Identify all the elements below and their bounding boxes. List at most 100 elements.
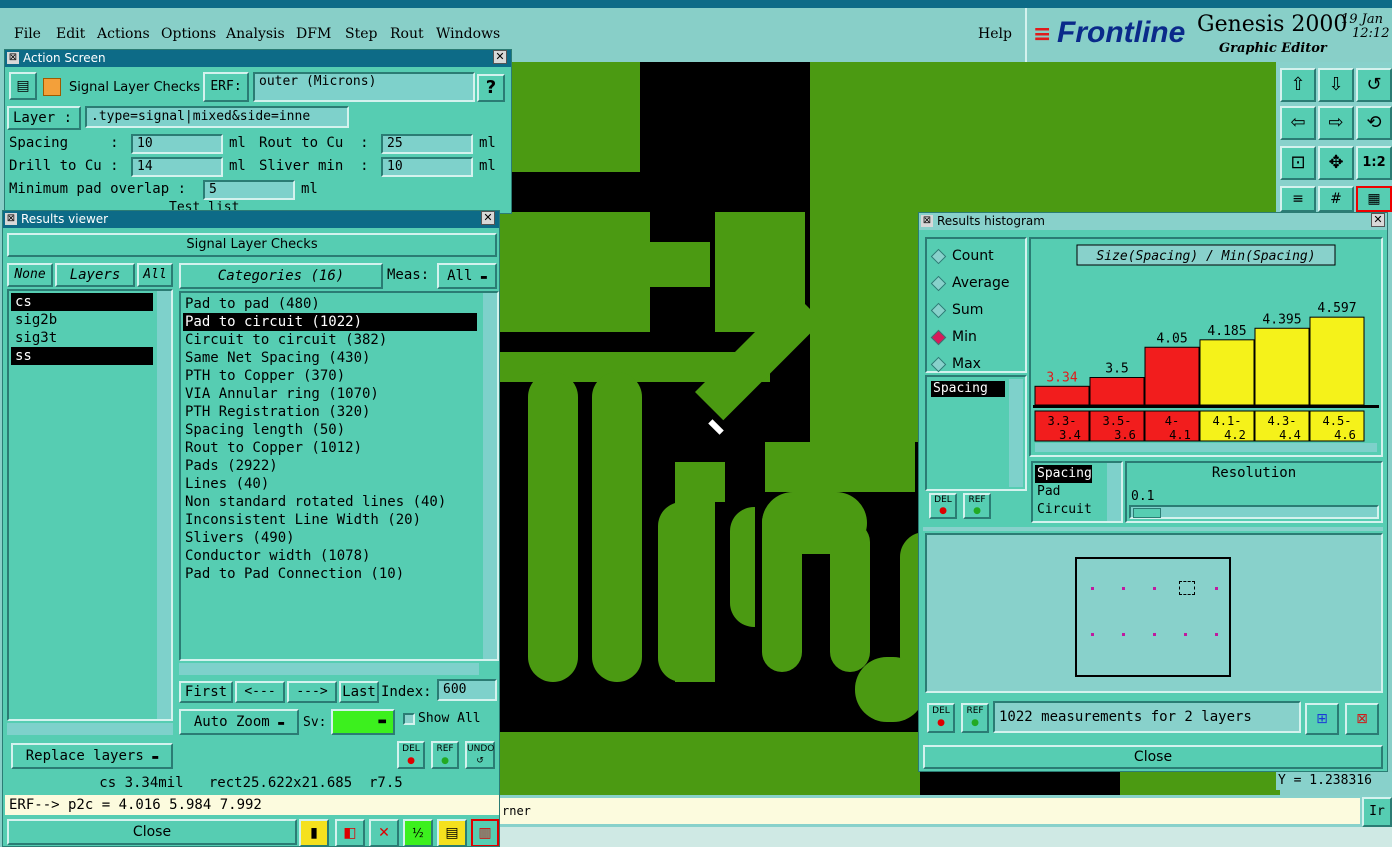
radio-icon[interactable] bbox=[930, 356, 947, 372]
close-icon[interactable]: ✕ bbox=[493, 50, 507, 64]
tool-button-redraw-icon[interactable]: ↺ bbox=[1356, 68, 1392, 102]
aggregate-option[interactable]: Sum bbox=[930, 297, 1010, 324]
all-button[interactable]: All bbox=[137, 263, 173, 287]
resolution-slider[interactable] bbox=[1129, 505, 1379, 519]
erf-field[interactable]: outer (Microns) bbox=[253, 72, 475, 102]
category-item[interactable]: Pad to circuit (1022) bbox=[183, 313, 477, 331]
measure-item[interactable]: Pad bbox=[1035, 483, 1092, 501]
category-item[interactable]: Spacing length (50) bbox=[183, 421, 477, 439]
spacing-input[interactable]: 10 bbox=[131, 134, 223, 154]
summary-ref-button[interactable]: REF ● bbox=[961, 703, 989, 733]
erf-button[interactable]: ERF: bbox=[203, 72, 249, 102]
aggregate-option[interactable]: Max bbox=[930, 351, 1010, 378]
histogram-bar[interactable] bbox=[1254, 327, 1310, 406]
category-item[interactable]: Non standard rotated lines (40) bbox=[183, 493, 477, 511]
close-icon[interactable]: ✕ bbox=[481, 211, 495, 225]
category-item[interactable]: PTH to Copper (370) bbox=[183, 367, 477, 385]
layer-item[interactable]: ss bbox=[11, 347, 153, 365]
window-menu-icon[interactable]: ⊠ bbox=[7, 52, 19, 64]
window-menu-icon[interactable]: ⊠ bbox=[921, 215, 933, 227]
tool-button-scale-icon[interactable]: 1:2 bbox=[1356, 146, 1392, 180]
aggregate-option[interactable]: Count bbox=[930, 243, 1010, 270]
close-button[interactable]: Close bbox=[7, 819, 297, 845]
layer-item[interactable]: sig2b bbox=[11, 311, 153, 329]
histogram-icon[interactable]: ▥ bbox=[471, 819, 499, 846]
menu-item-actions[interactable]: Actions bbox=[97, 26, 150, 42]
tool-button-settings-icon[interactable]: ≡ bbox=[1280, 186, 1316, 212]
measure-list-scrollbar[interactable] bbox=[1107, 463, 1121, 521]
info-button[interactable]: Ir bbox=[1362, 797, 1392, 827]
undo-button[interactable]: UNDO ↺ bbox=[465, 741, 495, 769]
first-button[interactable]: First bbox=[179, 681, 233, 703]
tool-button-pan-icon[interactable]: ✥ bbox=[1318, 146, 1354, 180]
histogram-bar[interactable] bbox=[1034, 385, 1090, 406]
menu-item-analysis[interactable]: Analysis bbox=[226, 26, 285, 42]
meas-dropdown[interactable]: All ▬ bbox=[437, 263, 497, 289]
category-item[interactable]: Same Net Spacing (430) bbox=[183, 349, 477, 367]
ref-button[interactable]: REF ● bbox=[431, 741, 459, 769]
next-button[interactable]: ---> bbox=[287, 681, 337, 703]
tool-button-upload-icon[interactable]: ⇧ bbox=[1280, 68, 1316, 102]
aggregate-option[interactable]: Average bbox=[930, 270, 1010, 297]
menu-item-help[interactable]: Help bbox=[978, 26, 1012, 42]
notebook-icon[interactable]: ▤ bbox=[9, 72, 37, 100]
layer-item[interactable]: sig3t bbox=[11, 329, 153, 347]
layers-button[interactable]: Layers bbox=[55, 263, 135, 287]
category-item[interactable]: PTH Registration (320) bbox=[183, 403, 477, 421]
menu-item-file[interactable]: File bbox=[14, 26, 41, 42]
rout-input[interactable]: 25 bbox=[381, 134, 473, 154]
category-item[interactable]: Pad to Pad Connection (10) bbox=[183, 565, 477, 583]
index-input[interactable]: 600 bbox=[437, 679, 497, 701]
drill-input[interactable]: 14 bbox=[131, 157, 223, 177]
layer-button[interactable]: Layer : bbox=[7, 106, 81, 130]
category-item[interactable]: Circuit to circuit (382) bbox=[183, 331, 477, 349]
histogram-bar[interactable] bbox=[1309, 316, 1365, 406]
export-icon[interactable]: ◧ bbox=[335, 819, 365, 846]
menu-item-options[interactable]: Options bbox=[161, 26, 216, 42]
auto-zoom-button[interactable]: Auto Zoom ▬ bbox=[179, 709, 299, 735]
help-button[interactable]: ? bbox=[477, 74, 505, 102]
category-item[interactable]: Conductor width (1078) bbox=[183, 547, 477, 565]
sliver-input[interactable]: 10 bbox=[381, 157, 473, 177]
show-all-checkbox[interactable] bbox=[403, 713, 415, 725]
measure-item[interactable]: Circuit bbox=[1035, 501, 1092, 519]
overlap-input[interactable]: 5 bbox=[203, 180, 295, 200]
menu-item-dfm[interactable]: DFM bbox=[296, 26, 331, 42]
measure-type-item[interactable]: Spacing bbox=[931, 381, 1005, 397]
aggregate-option[interactable]: Min bbox=[930, 324, 1010, 351]
layer-list-scrollbar[interactable] bbox=[157, 291, 171, 719]
category-item[interactable]: Pads (2922) bbox=[183, 457, 477, 475]
none-button[interactable]: None bbox=[7, 263, 53, 287]
graph-icon[interactable]: ▮ bbox=[299, 819, 329, 846]
category-item[interactable]: Inconsistent Line Width (20) bbox=[183, 511, 477, 529]
reject-icon[interactable]: ✕ bbox=[369, 819, 399, 846]
close-icon[interactable]: ✕ bbox=[1371, 213, 1385, 227]
categories-button[interactable]: Categories (16) bbox=[179, 263, 383, 289]
layer-item[interactable]: cs bbox=[11, 293, 153, 311]
summary-del-button[interactable]: DEL ● bbox=[927, 703, 955, 733]
histogram-bar[interactable] bbox=[1089, 377, 1145, 406]
category-hscroll[interactable] bbox=[179, 663, 479, 675]
tool-button-left-icon[interactable]: ⇦ bbox=[1280, 106, 1316, 140]
histogram-close-button[interactable]: Close bbox=[923, 745, 1383, 769]
last-button[interactable]: Last bbox=[339, 681, 379, 703]
category-item[interactable]: VIA Annular ring (1070) bbox=[183, 385, 477, 403]
replace-layers-button[interactable]: Replace layers ▬ bbox=[11, 743, 173, 769]
layer-field[interactable]: .type=signal|mixed&side=inne bbox=[85, 106, 349, 128]
hist-ref-button[interactable]: REF ● bbox=[963, 493, 991, 519]
chart-hscroll[interactable] bbox=[1035, 443, 1377, 452]
menu-item-edit[interactable]: Edit bbox=[56, 26, 85, 42]
radio-icon[interactable] bbox=[930, 329, 947, 345]
measure-type-scrollbar[interactable] bbox=[1009, 379, 1023, 487]
fit-icon[interactable]: ⊠ bbox=[1345, 703, 1379, 735]
del-button[interactable]: DEL ● bbox=[397, 741, 425, 769]
category-item[interactable]: Pad to pad (480) bbox=[183, 295, 477, 313]
hist-del-button[interactable]: DEL ● bbox=[929, 493, 957, 519]
menu-item-windows[interactable]: Windows bbox=[436, 26, 500, 42]
measure-item[interactable]: Spacing bbox=[1035, 465, 1092, 483]
tool-button-layers-icon[interactable]: ▦ bbox=[1356, 186, 1392, 212]
compare-icon[interactable]: ½ bbox=[403, 819, 433, 846]
tool-button-undo-icon[interactable]: ⟲ bbox=[1356, 106, 1392, 140]
menu-item-step[interactable]: Step bbox=[345, 26, 377, 42]
histogram-bar[interactable] bbox=[1199, 339, 1255, 406]
